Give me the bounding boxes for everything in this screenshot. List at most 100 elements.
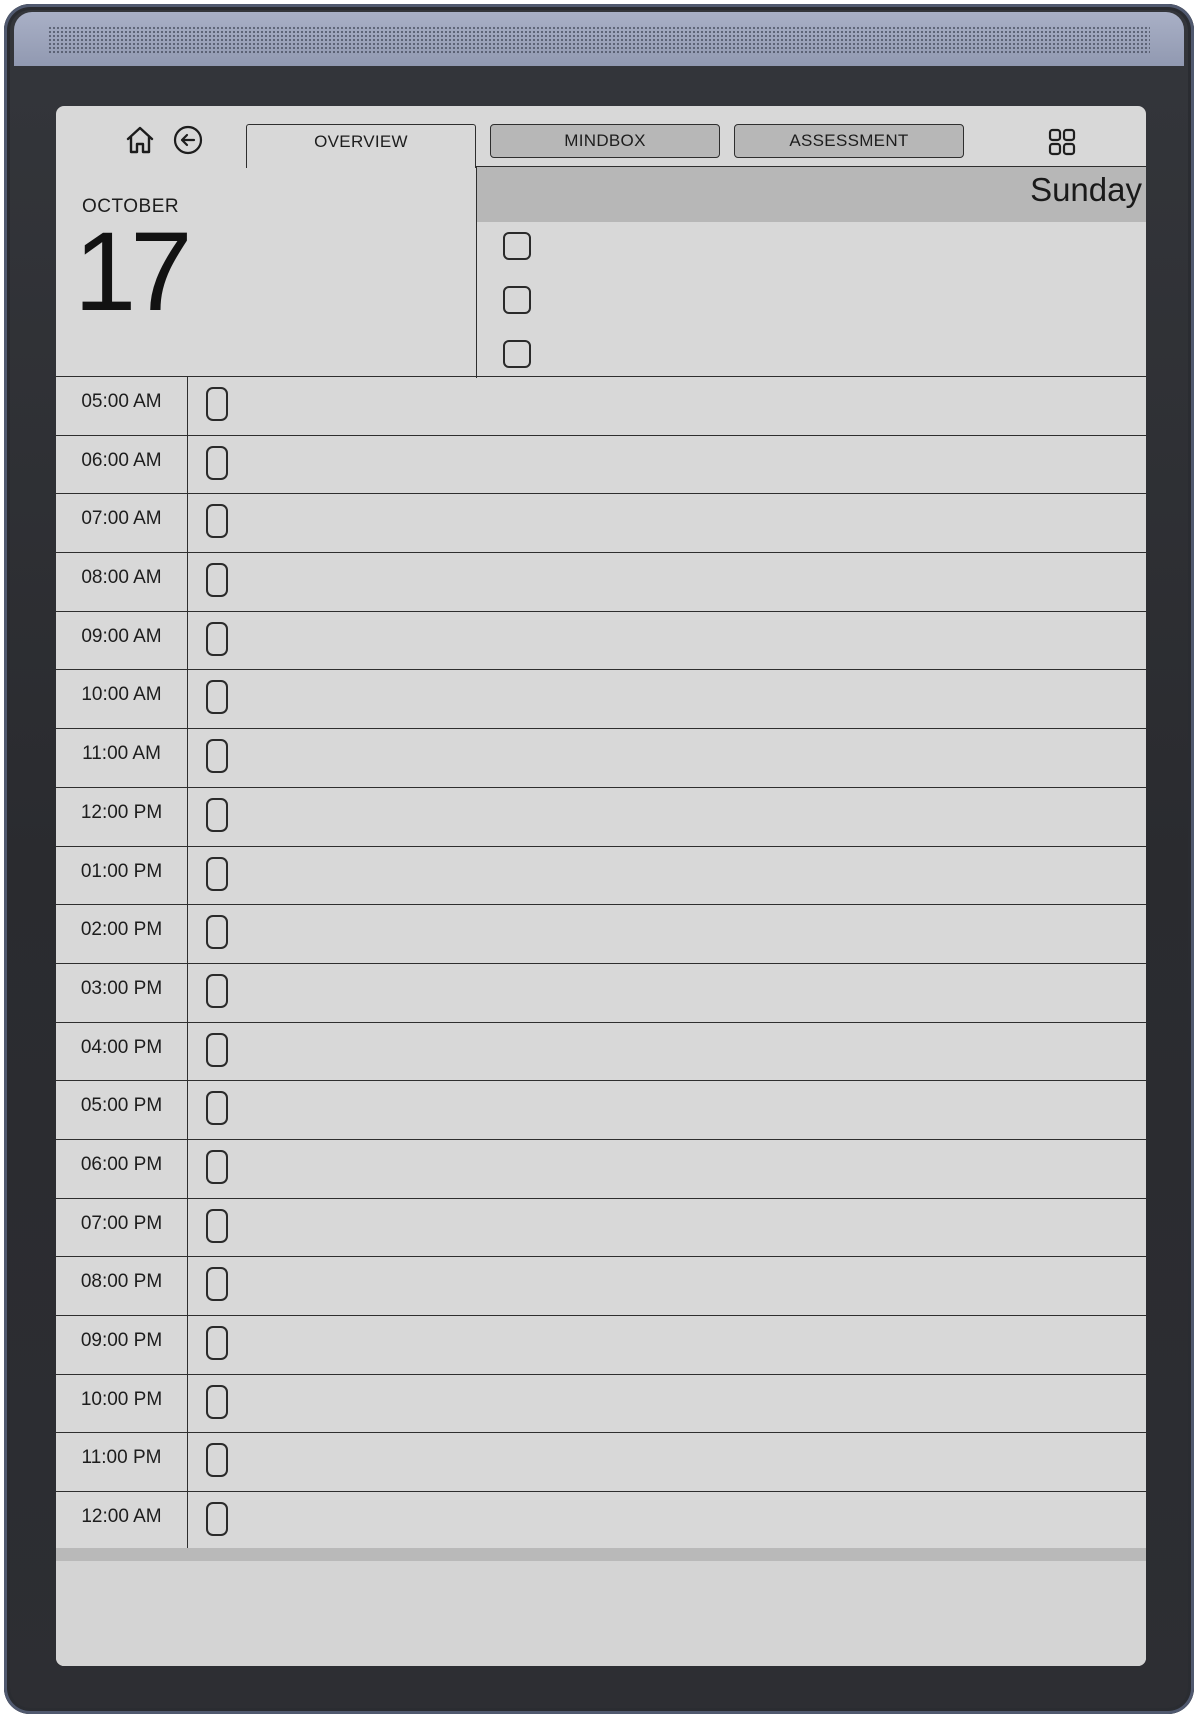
hour-row: 11:00 AM — [56, 729, 1146, 788]
hour-label: 06:00 AM — [56, 435, 188, 494]
hour-entry-area[interactable] — [246, 1081, 1146, 1139]
hour-label: 11:00 AM — [56, 729, 188, 787]
notes-area[interactable] — [56, 1561, 1146, 1666]
hour-checkbox[interactable] — [206, 387, 228, 421]
task-checkbox[interactable] — [503, 286, 531, 314]
hour-label: 05:00 PM — [56, 1081, 188, 1139]
hour-entry-area[interactable] — [246, 553, 1146, 611]
hour-label: 08:00 AM — [56, 553, 188, 611]
hour-entry-area[interactable] — [246, 494, 1146, 552]
hour-entry-area[interactable] — [246, 1375, 1146, 1433]
planner-screen: OVERVIEW MINDBOX ASSESSMENT OCTOBER 17 S… — [56, 106, 1146, 1666]
home-icon[interactable] — [124, 124, 156, 156]
hour-checkbox[interactable] — [206, 563, 228, 598]
task-checkbox[interactable] — [503, 340, 531, 368]
hour-entry-area[interactable] — [246, 1023, 1146, 1081]
hour-entry-area[interactable] — [246, 1257, 1146, 1315]
hour-checkbox[interactable] — [206, 1326, 228, 1360]
hour-entry-area[interactable] — [246, 964, 1146, 1022]
hour-row: 02:00 PM — [56, 905, 1146, 964]
hour-label: 10:00 AM — [56, 670, 188, 729]
tab-mindbox[interactable]: MINDBOX — [490, 124, 720, 158]
hour-checkbox[interactable] — [206, 504, 228, 539]
hour-row: 10:00 AM — [56, 670, 1146, 730]
hour-entry-area[interactable] — [246, 436, 1146, 494]
tab-assessment[interactable]: ASSESSMENT — [734, 124, 964, 158]
hour-entry-area[interactable] — [246, 788, 1146, 846]
hour-entry-area[interactable] — [246, 1316, 1146, 1374]
hour-label: 09:00 PM — [56, 1316, 188, 1374]
hour-label: 07:00 PM — [56, 1198, 188, 1257]
hour-label: 11:00 PM — [56, 1433, 188, 1492]
hour-row: 10:00 PM — [56, 1374, 1146, 1434]
hour-checkbox[interactable] — [206, 739, 228, 774]
hour-checkbox[interactable] — [206, 1267, 228, 1302]
hour-entry-area[interactable] — [246, 905, 1146, 963]
hour-entry-area[interactable] — [246, 847, 1146, 905]
hour-checkbox[interactable] — [206, 621, 228, 656]
hour-label: 06:00 PM — [56, 1139, 188, 1198]
hour-row: 08:00 PM — [56, 1257, 1146, 1316]
hour-checkbox[interactable] — [206, 1091, 228, 1126]
hour-row: 12:00 PM — [56, 787, 1146, 847]
hour-row: 01:00 PM — [56, 846, 1146, 906]
hour-row: 04:00 PM — [56, 1022, 1146, 1082]
hour-row: 07:00 AM — [56, 494, 1146, 554]
hour-label: 08:00 PM — [56, 1257, 188, 1315]
hour-checkbox[interactable] — [206, 1384, 228, 1419]
task-checkbox[interactable] — [503, 232, 531, 260]
hourly-schedule: 05:00 AM 06:00 AM 07:00 AM 08:00 AM 09:00 AM… — [56, 376, 1146, 1551]
weekday-label: Sunday — [1030, 171, 1142, 208]
footer-band — [56, 1548, 1146, 1561]
speaker-strip — [14, 12, 1184, 66]
hour-checkbox[interactable] — [206, 1443, 228, 1478]
hour-entry-area[interactable] — [246, 377, 1146, 435]
hour-row: 06:00 AM — [56, 435, 1146, 495]
hour-label: 03:00 PM — [56, 963, 188, 1022]
hour-entry-area[interactable] — [246, 729, 1146, 787]
hour-checkbox[interactable] — [206, 1149, 228, 1184]
hour-row: 11:00 PM — [56, 1433, 1146, 1493]
hour-row: 09:00 AM — [56, 611, 1146, 671]
hour-label: 05:00 AM — [56, 377, 188, 435]
grid-icon[interactable] — [1046, 126, 1078, 158]
hour-label: 02:00 PM — [56, 905, 188, 963]
hour-checkbox[interactable] — [206, 973, 228, 1008]
hour-entry-area[interactable] — [246, 1199, 1146, 1257]
hour-row: 05:00 PM — [56, 1081, 1146, 1140]
hour-label: 07:00 AM — [56, 494, 188, 553]
hour-entry-area[interactable] — [246, 670, 1146, 728]
hour-label: 09:00 AM — [56, 611, 188, 670]
hour-row: 03:00 PM — [56, 963, 1146, 1023]
tablet-device: OVERVIEW MINDBOX ASSESSMENT OCTOBER 17 S… — [4, 4, 1194, 1714]
hour-checkbox[interactable] — [206, 1502, 228, 1537]
hour-checkbox[interactable] — [206, 445, 228, 480]
hour-checkbox[interactable] — [206, 797, 228, 832]
hour-checkbox[interactable] — [206, 680, 228, 715]
hour-row: 06:00 PM — [56, 1139, 1146, 1199]
hour-entry-area[interactable] — [246, 1433, 1146, 1491]
hour-entry-area[interactable] — [246, 1140, 1146, 1198]
hour-entry-area[interactable] — [246, 612, 1146, 670]
tab-overview[interactable]: OVERVIEW — [246, 124, 476, 168]
hour-row: 05:00 AM — [56, 377, 1146, 436]
back-arrow-icon[interactable] — [172, 124, 204, 156]
speaker-grille — [48, 26, 1150, 54]
hour-entry-area[interactable] — [246, 1492, 1146, 1550]
day-number: 17 — [74, 209, 193, 334]
hour-label: 01:00 PM — [56, 846, 188, 905]
hour-row: 07:00 PM — [56, 1198, 1146, 1258]
date-block: OCTOBER 17 — [56, 166, 476, 378]
hour-label: 12:00 AM — [56, 1492, 188, 1550]
hour-checkbox[interactable] — [206, 856, 228, 891]
hour-label: 10:00 PM — [56, 1374, 188, 1433]
hour-checkbox[interactable] — [206, 915, 228, 950]
hour-row: 08:00 AM — [56, 553, 1146, 612]
hour-label: 12:00 PM — [56, 787, 188, 846]
hour-checkbox[interactable] — [206, 1208, 228, 1243]
hour-row: 09:00 PM — [56, 1316, 1146, 1375]
day-header: Sunday — [477, 166, 1146, 222]
hour-label: 04:00 PM — [56, 1022, 188, 1081]
hour-checkbox[interactable] — [206, 1032, 228, 1067]
hour-row: 12:00 AM — [56, 1492, 1146, 1551]
